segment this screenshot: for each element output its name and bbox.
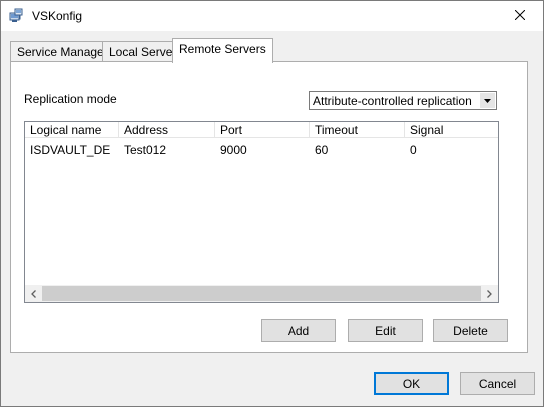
scrollbar-thumb[interactable]	[42, 286, 481, 301]
column-header-port[interactable]: Port	[215, 122, 310, 138]
ok-button[interactable]: OK	[374, 372, 449, 395]
remote-servers-panel: Replication mode Attribute-controlled re…	[10, 61, 528, 353]
window-title: VSKonfig	[32, 9, 83, 23]
tab-service-manager[interactable]: Service Manager	[10, 41, 115, 62]
scroll-left-icon[interactable]	[25, 285, 42, 302]
replication-mode-value: Attribute-controlled replication	[313, 94, 472, 108]
cancel-button[interactable]: Cancel	[460, 372, 535, 395]
tab-remote-servers[interactable]: Remote Servers	[172, 38, 273, 63]
remote-servers-table[interactable]: Logical name Address Port Timeout Signal…	[24, 121, 499, 303]
tab-label: Remote Servers	[179, 42, 266, 56]
column-header-timeout[interactable]: Timeout	[310, 122, 405, 138]
scroll-right-icon[interactable]	[481, 285, 498, 302]
table-header: Logical name Address Port Timeout Signal	[25, 122, 498, 138]
column-header-logical-name[interactable]: Logical name	[25, 122, 119, 138]
add-button[interactable]: Add	[261, 319, 336, 342]
cell-logical-name: ISDVAULT_DE	[30, 143, 111, 157]
horizontal-scrollbar[interactable]	[25, 285, 498, 302]
table-row[interactable]: ISDVAULT_DE Test012 9000 60 0	[25, 142, 498, 158]
tab-label: Service Manager	[17, 45, 108, 59]
cell-signal: 0	[410, 143, 417, 157]
server-icon	[9, 8, 25, 24]
column-header-signal[interactable]: Signal	[405, 122, 498, 138]
vskonfig-window: VSKonfig Service Manager Local Server Re…	[0, 0, 544, 407]
cell-timeout: 60	[315, 143, 329, 157]
replication-mode-select[interactable]: Attribute-controlled replication	[309, 91, 497, 110]
edit-button[interactable]: Edit	[348, 319, 423, 342]
close-button[interactable]	[497, 1, 543, 31]
close-icon	[514, 9, 526, 23]
chevron-down-icon[interactable]	[480, 93, 495, 108]
cell-address: Test012	[124, 143, 167, 157]
tab-label: Local Server	[109, 45, 177, 59]
delete-button[interactable]: Delete	[433, 319, 508, 342]
replication-mode-label: Replication mode	[24, 92, 117, 106]
title-bar[interactable]: VSKonfig	[1, 1, 543, 31]
column-header-address[interactable]: Address	[119, 122, 215, 138]
cell-port: 9000	[220, 143, 247, 157]
